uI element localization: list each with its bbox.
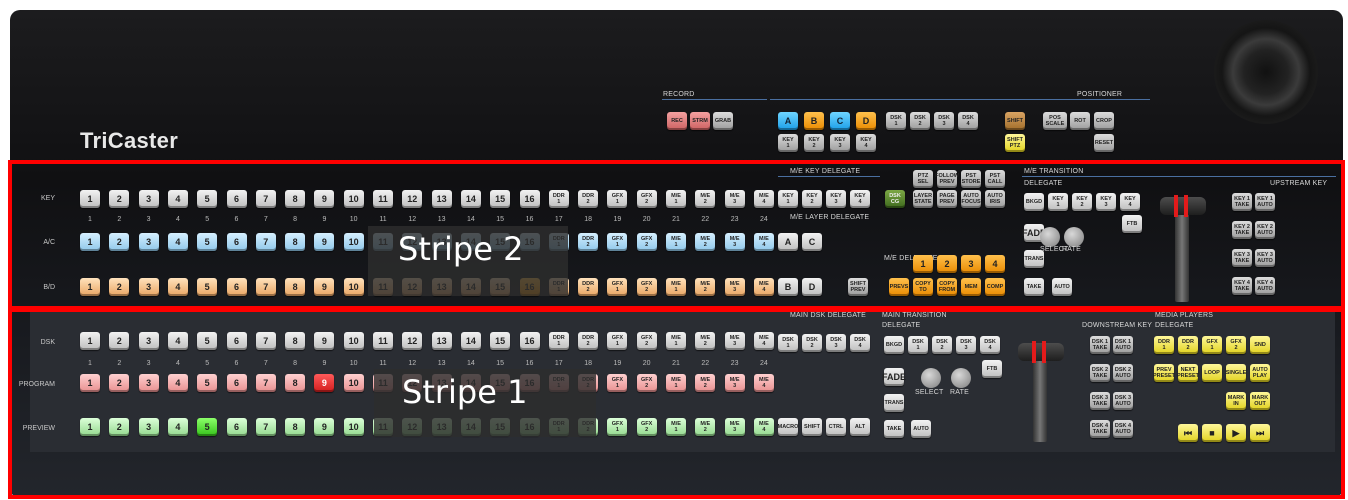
pos-scale-button[interactable]: POS SCALE — [1043, 112, 1067, 130]
positioner-dsk-2[interactable]: DSK 2 — [910, 112, 930, 130]
rot-button[interactable]: ROT — [1070, 112, 1090, 130]
layer-button-c[interactable]: C — [830, 112, 850, 130]
positioner-dsk-1[interactable]: DSK 1 — [886, 112, 906, 130]
layer-button-d[interactable]: D — [856, 112, 876, 130]
positioner-dsk-3[interactable]: DSK 3 — [934, 112, 954, 130]
positioner-dsk-4[interactable]: DSK 4 — [958, 112, 978, 130]
positioner-key-1[interactable]: KEY 1 — [778, 134, 798, 152]
positioner-key-3[interactable]: KEY 3 — [830, 134, 850, 152]
section-divider — [662, 99, 767, 100]
record-button-0[interactable]: REC — [667, 112, 687, 130]
crop-button[interactable]: CROP — [1094, 112, 1114, 130]
joystick[interactable] — [1214, 20, 1318, 124]
layer-button-b[interactable]: B — [804, 112, 824, 130]
record-label: RECORD — [663, 91, 695, 98]
shift-ptz-button[interactable]: SHIFT PTZ — [1005, 134, 1025, 152]
layer-button-a[interactable]: A — [778, 112, 798, 130]
positioner-key-2[interactable]: KEY 2 — [804, 134, 824, 152]
brand-logo: TriCaster — [80, 128, 179, 153]
reset-button[interactable]: RESET — [1094, 134, 1114, 152]
positioner-label: POSITIONER — [1077, 91, 1123, 98]
record-button-2[interactable]: GRAB — [713, 112, 733, 130]
record-button-1[interactable]: STRM — [690, 112, 710, 130]
shift-button[interactable]: SHIFT — [1005, 112, 1025, 130]
stripe1-highlight — [8, 308, 1345, 499]
section-divider — [770, 99, 1150, 100]
positioner-key-4[interactable]: KEY 4 — [856, 134, 876, 152]
stripe2-highlight — [8, 160, 1345, 310]
